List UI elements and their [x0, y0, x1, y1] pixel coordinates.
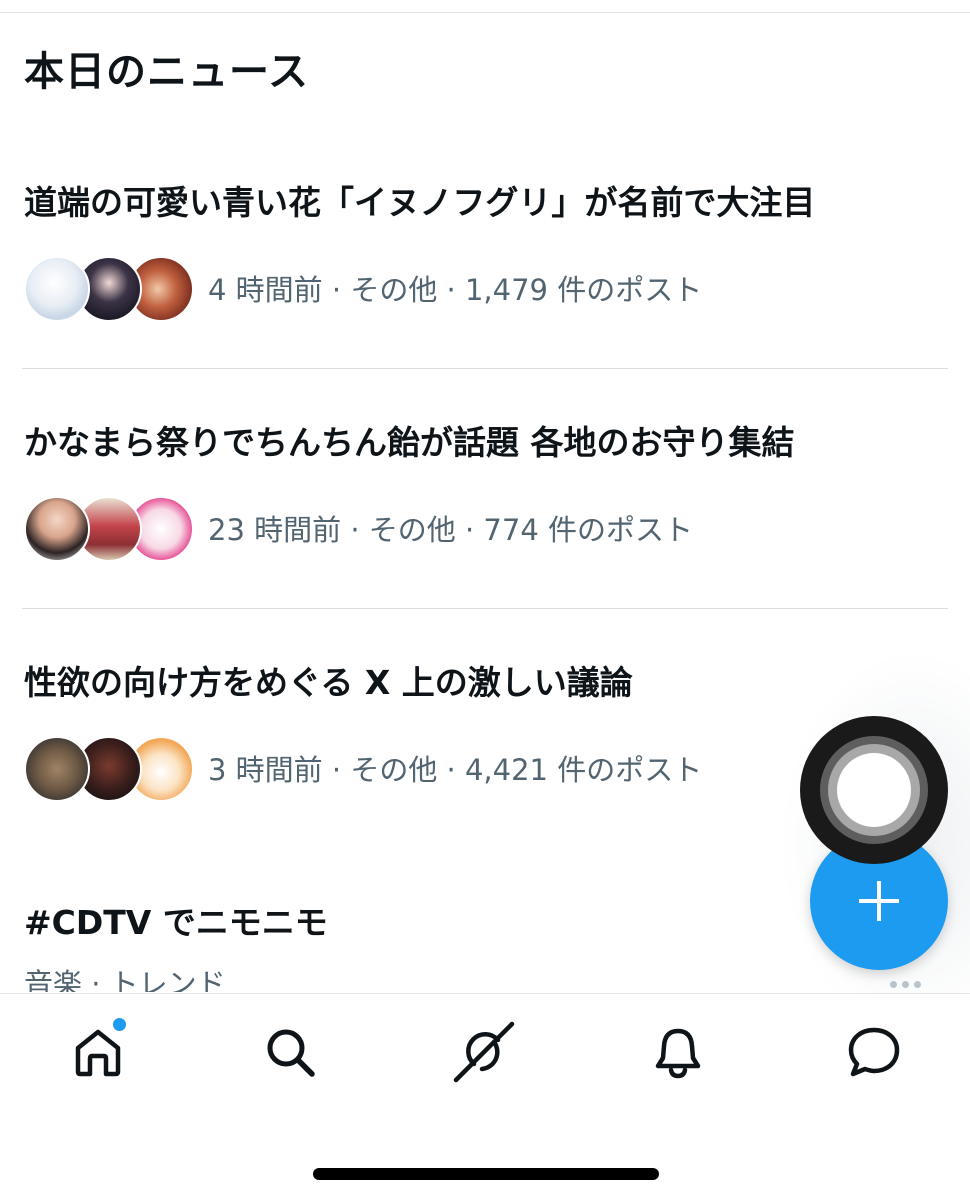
plus-icon [859, 881, 899, 921]
news-headline[interactable]: 性欲の向け方をめぐる X 上の激しい議論 [24, 660, 633, 706]
messages-icon [848, 1027, 900, 1077]
home-badge-dot [111, 1016, 128, 1033]
avatar-stack [24, 496, 194, 564]
top-divider [0, 12, 970, 13]
avatar [24, 256, 90, 322]
avatar-stack [24, 256, 194, 324]
news-headline[interactable]: かなまら祭りでちんちん飴が話題 各地のお守り集結 [24, 420, 795, 466]
news-meta-text: 3 時間前 · その他 · 4,421 件のポスト [208, 753, 703, 787]
trend-meta: 音楽 · トレンド [24, 967, 226, 992]
avatar-stack [24, 736, 194, 804]
avatar [24, 736, 90, 802]
news-meta: 23 時間前 · その他 · 774 件のポスト [24, 496, 924, 564]
avatar [24, 496, 90, 562]
home-indicator[interactable] [313, 1168, 659, 1180]
nav-search[interactable] [258, 1020, 322, 1084]
news-meta-text: 23 時間前 · その他 · 774 件のポスト [208, 513, 694, 547]
section-title: 本日のニュース [24, 49, 309, 95]
news-meta: 4 時間前 · その他 · 1,479 件のポスト [24, 256, 924, 324]
nav-grok[interactable] [452, 1020, 516, 1084]
news-meta-text: 4 時間前 · その他 · 1,479 件のポスト [208, 273, 703, 307]
nav-messages[interactable] [842, 1020, 906, 1084]
news-headline[interactable]: 道端の可愛い青い花「イヌノフグリ」が名前で大注目 [24, 180, 815, 226]
nav-notifications[interactable] [646, 1020, 710, 1084]
explore-news-page: 本日のニュース 道端の可愛い青い花「イヌノフグリ」が名前で大注目 4 時間前 ·… [0, 0, 970, 1200]
grok-icon [453, 1021, 515, 1083]
notifications-bell-icon [655, 1028, 701, 1079]
search-icon [267, 1029, 315, 1077]
assistive-touch-button[interactable] [800, 716, 948, 864]
divider [22, 368, 948, 369]
divider [22, 608, 948, 609]
trend-headline[interactable]: #CDTV でニモニモ [24, 900, 328, 946]
